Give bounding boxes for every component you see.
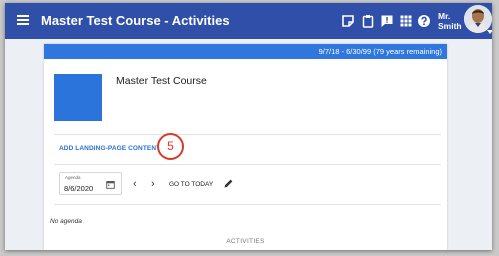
go-to-today-button[interactable]: GO TO TODAY — [169, 181, 213, 188]
course-title: Master Test Course — [116, 75, 207, 87]
no-agenda-text: No agenda — [50, 218, 82, 225]
help-icon[interactable] — [417, 14, 431, 28]
app-bar: Master Test Course - Activities Mr. Smit… — [5, 3, 492, 39]
page-title: Master Test Course - Activities — [41, 13, 230, 28]
agenda-field-label: Agenda — [65, 175, 81, 180]
user-name[interactable]: Mr. Smith — [438, 11, 462, 31]
user-name-line1: Mr. — [438, 11, 451, 21]
course-date-bar: 9/7/18 - 6/30/99 (79 years remaining) — [44, 44, 447, 59]
user-name-line2: Smith — [438, 21, 462, 31]
step-callout-badge: 5 — [157, 133, 184, 160]
pencil-icon[interactable] — [223, 178, 234, 189]
avatar-portrait — [464, 5, 492, 33]
calendar-icon[interactable] — [106, 180, 115, 189]
apps-grid-icon[interactable] — [399, 14, 413, 28]
activities-section-header: ACTIVITIES — [226, 238, 265, 245]
chat-icon[interactable] — [380, 14, 394, 28]
agenda-date-field[interactable]: Agenda 8/6/2020 — [59, 172, 122, 195]
avatar[interactable] — [464, 5, 492, 33]
add-landing-page-content-link[interactable]: ADD LANDING-PAGE CONTENT — [59, 145, 160, 152]
agenda-date-value: 8/6/2020 — [64, 184, 94, 193]
course-thumbnail[interactable] — [54, 74, 102, 121]
divider — [54, 204, 441, 205]
course-card: 9/7/18 - 6/30/99 (79 years remaining) Ma… — [44, 44, 447, 250]
menu-icon[interactable] — [17, 15, 29, 25]
next-day-button[interactable]: › — [151, 179, 155, 190]
clipboard-icon[interactable] — [361, 14, 375, 28]
previous-day-button[interactable]: ‹ — [133, 179, 137, 190]
app-window: Master Test Course - Activities Mr. Smit… — [5, 3, 492, 250]
notes-icon[interactable] — [341, 14, 355, 28]
divider — [54, 164, 441, 165]
divider — [54, 134, 441, 135]
account-dropdown-icon[interactable] — [487, 30, 492, 34]
course-date-range: 9/7/18 - 6/30/99 (79 years remaining) — [318, 47, 442, 56]
